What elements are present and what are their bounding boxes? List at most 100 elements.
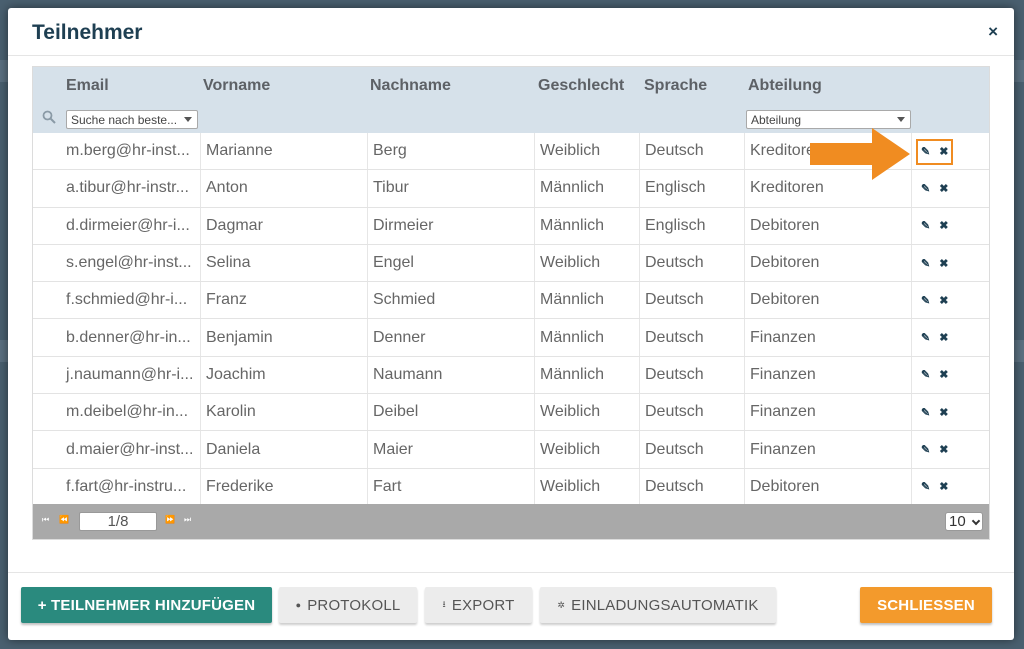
row-actions: ✎ ✖ [912,245,991,281]
pencil-icon[interactable]: ✎ [921,368,930,381]
close-icon[interactable]: ✖ [939,257,948,270]
table-row[interactable]: d.dirmeier@hr-i... Dagmar Dirmeier Männlich… [33,207,991,245]
cell-sprache: Englisch [640,207,745,244]
column-header-geschlecht[interactable]: Geschlecht [538,77,624,95]
cell-sprache: Deutsch [640,319,745,356]
cell-geschlecht: Männlich [535,319,640,356]
last-page-icon[interactable]: ⏭ [184,515,191,525]
page-size-value: 10 [949,513,966,530]
cell-sprache: Deutsch [640,356,745,394]
cell-abteilung: Debitoren [745,282,912,319]
pencil-icon[interactable]: ✎ [921,294,930,307]
column-header-nachname[interactable]: Nachname [370,77,451,95]
cell-nachname: Deibel [368,394,535,431]
email-filter-placeholder: Suche nach beste... [71,113,178,127]
cell-vorname: Dagmar [201,207,368,244]
cell-nachname: Engel [368,244,535,282]
cell-sprache: Englisch [640,170,745,207]
cell-vorname: Joachim [201,356,368,394]
cell-email: d.dirmeier@hr-i... [61,207,201,244]
pencil-icon[interactable]: ✎ [921,443,930,456]
export-label: EXPORT [451,596,515,614]
row-actions: ✎ ✖ [912,319,991,355]
close-icon[interactable]: ✖ [939,443,948,456]
abteilung-filter-select[interactable]: Abteilung [746,110,911,129]
cell-sprache: Deutsch [640,133,745,170]
cell-nachname: Dirmeier [368,207,535,244]
cell-vorname: Daniela [201,431,368,468]
cell-vorname: Frederike [201,468,368,505]
close-icon[interactable]: × [988,22,998,42]
cell-vorname: Marianne [201,133,368,170]
close-icon[interactable]: ✖ [939,406,948,419]
cell-nachname: Fart [368,468,535,505]
email-filter-select[interactable]: Suche nach beste... [66,110,198,129]
cell-geschlecht: Männlich [535,356,640,394]
einladungsautomatik-button[interactable]: ✲ EINLADUNGSAUTOMATIK [540,587,776,623]
download-icon: ⭳ [442,599,446,609]
table-row[interactable]: f.fart@hr-instru... Frederike Fart Weiblich… [33,468,991,506]
einladungsautomatik-label: EINLADUNGSAUTOMATIK [571,596,759,614]
cell-geschlecht: Weiblich [535,244,640,282]
column-header-sprache[interactable]: Sprache [644,77,707,95]
table-row[interactable]: d.maier@hr-inst... Daniela Maier Weiblich De… [33,431,989,469]
pencil-icon[interactable]: ✎ [921,331,930,344]
chevron-down-icon [184,117,192,122]
close-icon[interactable]: ✖ [939,182,948,195]
page-size-select[interactable]: 10 [945,512,983,531]
protokoll-button[interactable]: ● PROTOKOLL [279,587,417,623]
add-participant-button[interactable]: + TEILNEHMER HINZUFÜGEN [21,587,272,623]
export-button[interactable]: ⭳ EXPORT [425,587,532,623]
close-icon[interactable]: ✖ [939,368,948,381]
participants-modal: Teilnehmer × Email Vorname Nachname Gesc… [8,8,1014,640]
cell-geschlecht: Männlich [535,282,640,319]
cell-geschlecht: Weiblich [535,431,640,468]
prev-page-icon[interactable]: ⏪ [59,515,69,524]
modal-footer: + TEILNEHMER HINZUFÜGEN ● PROTOKOLL ⭳ EX… [8,572,1014,640]
cell-vorname: Franz [201,282,368,319]
table-row[interactable]: j.naumann@hr-i... Joachim Naumann Männlich D… [33,356,989,395]
cell-email: d.maier@hr-inst... [61,431,201,468]
search-icon [42,110,56,124]
cell-abteilung: Finanzen [745,319,912,356]
close-icon[interactable]: ✖ [939,219,948,232]
cell-geschlecht: Männlich [535,207,640,244]
cell-abteilung: Debitoren [745,468,912,505]
pencil-icon[interactable]: ✎ [921,182,930,195]
cell-abteilung: Finanzen [745,356,912,394]
row-actions: ✎ ✖ [912,469,991,505]
table-row[interactable]: b.denner@hr-in... Benjamin Denner Männlich D… [33,319,991,357]
row-actions: ✎ ✖ [912,170,991,206]
cell-abteilung: Finanzen [745,394,912,431]
pencil-icon[interactable]: ✎ [921,257,930,270]
cell-vorname: Karolin [201,394,368,431]
cell-nachname: Schmied [368,282,535,319]
pagination-bar: ⏮ ⏪ 1/8 ⏩ ⏭ 10 [33,504,989,539]
page-input[interactable]: 1/8 [79,512,157,531]
column-header-abteilung[interactable]: Abteilung [748,77,822,95]
cell-email: f.schmied@hr-i... [61,282,201,319]
close-icon[interactable]: ✖ [939,480,948,493]
column-header-vorname[interactable]: Vorname [203,77,270,95]
highlight-box [916,139,953,165]
table-row[interactable]: m.deibel@hr-in... Karolin Deibel Weiblich De… [33,394,989,432]
close-icon[interactable]: ✖ [939,331,948,344]
pencil-icon[interactable]: ✎ [921,480,930,493]
schliessen-button[interactable]: SCHLIESSEN [860,587,992,623]
close-icon[interactable]: ✖ [939,294,948,307]
cell-email: m.deibel@hr-in... [61,394,201,431]
clock-icon: ● [295,600,302,610]
cell-abteilung: Debitoren [745,207,912,244]
pencil-icon[interactable]: ✎ [921,406,930,419]
table-body: m.berg@hr-inst... Marianne Berg Weiblich Deu… [33,133,989,506]
cell-nachname: Denner [368,319,535,356]
table-row[interactable]: s.engel@hr-inst... Selina Engel Weiblich Deu… [33,244,991,283]
table-row[interactable]: f.schmied@hr-i... Franz Schmied Männlich Deu… [33,282,989,320]
row-actions: ✎ ✖ [912,208,991,244]
cell-nachname: Berg [368,133,535,170]
pencil-icon[interactable]: ✎ [921,219,930,232]
next-page-icon[interactable]: ⏩ [165,515,175,524]
column-header-email[interactable]: Email [66,77,109,95]
first-page-icon[interactable]: ⏮ [42,515,49,525]
abteilung-filter-placeholder: Abteilung [751,113,802,127]
